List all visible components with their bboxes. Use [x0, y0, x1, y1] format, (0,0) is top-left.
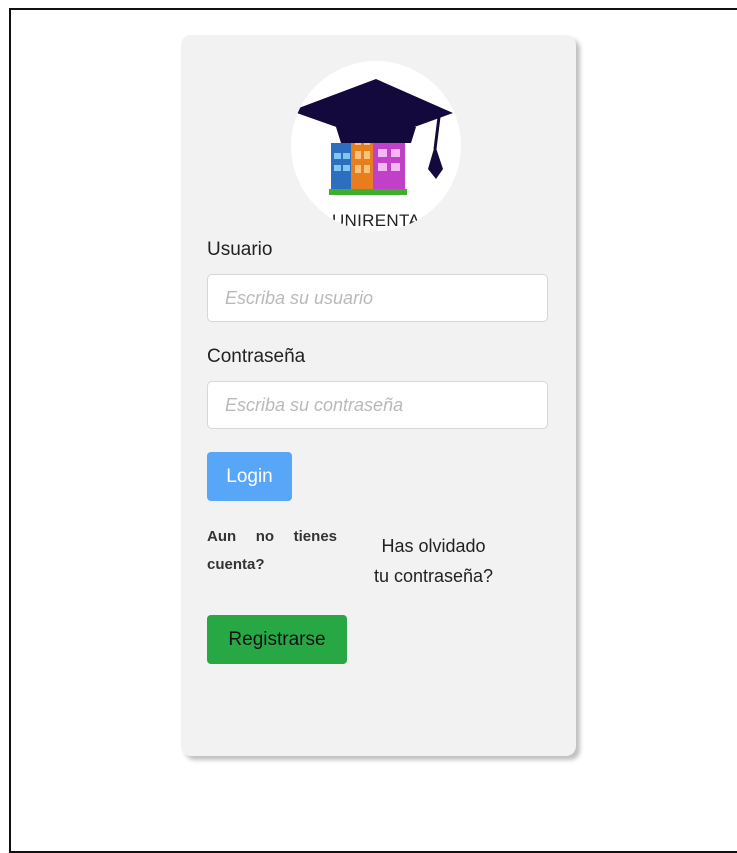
login-card: UNIRENTA Usuario Contraseña Login Aun no…	[181, 35, 576, 756]
username-label: Usuario	[207, 239, 273, 260]
password-label: Contraseña	[207, 346, 306, 367]
graduation-cap-building-icon	[291, 79, 453, 195]
login-button[interactable]: Login	[207, 452, 292, 501]
forgot-password-link[interactable]: Has olvidado tu contraseña?	[361, 531, 506, 591]
signup-prompt: Aun no tienes cuenta?	[207, 528, 337, 573]
register-button[interactable]: Registrarse	[207, 615, 347, 664]
forgot-password-line1: Has olvidado	[381, 536, 486, 556]
forgot-password-line2: tu contraseña?	[373, 566, 494, 586]
username-input[interactable]	[207, 274, 548, 322]
logo: UNIRENTA	[291, 61, 461, 231]
logo-text: UNIRENTA	[331, 211, 421, 230]
password-input[interactable]	[207, 381, 548, 429]
